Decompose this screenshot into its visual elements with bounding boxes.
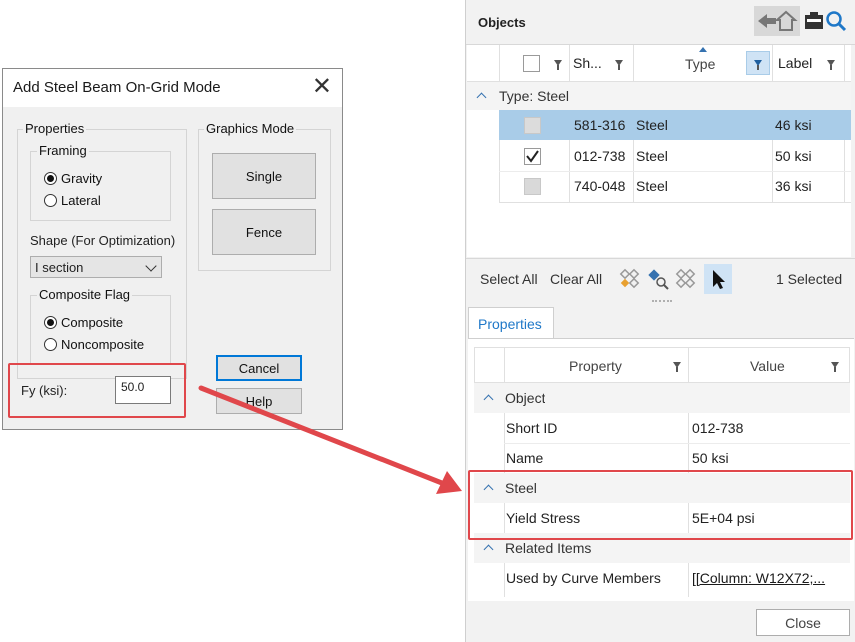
row-checkbox[interactable]	[524, 148, 541, 165]
sort-up-icon	[699, 47, 707, 52]
objects-grid-header: Sh... Type Label	[467, 45, 851, 82]
yield-stress-highlight-box	[468, 470, 853, 540]
folder-icon[interactable]	[803, 10, 825, 32]
filter-icon	[754, 60, 762, 70]
search-icon[interactable]	[824, 9, 848, 33]
row-type: Steel	[636, 148, 668, 164]
properties-grid-header: Property Value	[474, 347, 850, 383]
pointer-icon	[713, 270, 725, 289]
row-short-id: 740-048	[574, 178, 626, 194]
tab-properties-label: Properties	[478, 316, 542, 332]
table-row[interactable]: 581-316 Steel 46 ksi	[499, 110, 851, 140]
select-all-checkbox[interactable]	[523, 55, 540, 72]
objects-title: Objects	[478, 15, 526, 30]
select-all-button[interactable]: Select All	[480, 271, 538, 287]
checkmark-icon	[526, 150, 539, 163]
property-short-id-value: 012-738	[692, 420, 744, 436]
type-filter-button[interactable]	[746, 51, 770, 75]
filter-icon[interactable]	[831, 362, 839, 372]
row-checkbox[interactable]	[524, 117, 541, 134]
selected-count: 1 Selected	[776, 271, 843, 287]
deselect-nodes-icon[interactable]	[674, 267, 698, 291]
filter-icon[interactable]	[615, 60, 623, 70]
pointer-button[interactable]	[704, 264, 732, 294]
row-label: 50 ksi	[775, 148, 812, 164]
row-short-id: 581-316	[574, 117, 626, 133]
property-row-short-id[interactable]: Short ID 012-738	[504, 413, 850, 444]
col-header-property[interactable]: Property	[569, 358, 622, 374]
table-row[interactable]: 740-048 Steel 36 ksi	[499, 171, 851, 203]
group-label: Type: Steel	[499, 88, 570, 104]
property-short-id-label: Short ID	[506, 420, 558, 436]
objects-grid: Sh... Type Label Type: Steel 581-316 Ste…	[467, 45, 851, 257]
expand-chevron-icon[interactable]	[483, 544, 494, 555]
group-header-object[interactable]: Object	[474, 383, 850, 413]
back-arrow-icon	[758, 10, 798, 31]
back-home-button[interactable]	[754, 6, 800, 36]
row-checkbox[interactable]	[524, 178, 541, 195]
close-button[interactable]: Close	[756, 609, 850, 636]
row-type: Steel	[636, 117, 668, 133]
col-header-value[interactable]: Value	[750, 358, 785, 374]
row-type: Steel	[636, 178, 668, 194]
col-header-type[interactable]: Type	[685, 56, 715, 72]
filter-icon[interactable]	[827, 60, 835, 70]
select-nodes-icon[interactable]	[618, 267, 642, 291]
col-header-short[interactable]: Sh...	[573, 55, 605, 71]
expand-chevron-icon[interactable]	[483, 394, 494, 405]
objects-panel: Objects Sh... Type Label Type: Steel 581…	[465, 0, 855, 642]
group-header-type-steel[interactable]: Type: Steel	[467, 82, 851, 110]
selection-toolbar: Select All Clear All 1 Selected	[466, 258, 855, 299]
group-related-label: Related Items	[505, 540, 592, 556]
row-label: 46 ksi	[775, 117, 812, 133]
property-used-by-label: Used by Curve Members	[506, 570, 661, 586]
property-row-used-by[interactable]: Used by Curve Members [[Column: W12X72;.…	[504, 563, 850, 593]
objects-header: Objects	[466, 0, 855, 45]
expand-chevron-icon[interactable]	[476, 92, 487, 103]
filter-icon[interactable]	[673, 362, 681, 372]
find-nodes-icon[interactable]	[646, 267, 670, 291]
property-name-label: Name	[506, 450, 544, 466]
table-row[interactable]: 012-738 Steel 50 ksi	[499, 141, 851, 171]
tab-properties[interactable]: Properties	[468, 307, 554, 339]
clear-all-button[interactable]: Clear All	[550, 271, 602, 287]
property-used-by-link[interactable]: [[Column: W12X72;...	[692, 570, 848, 586]
row-short-id: 012-738	[574, 148, 626, 164]
filter-icon[interactable]	[554, 60, 562, 70]
group-object-label: Object	[505, 390, 546, 406]
col-header-label[interactable]: Label	[778, 55, 812, 71]
splitter-grip[interactable]	[652, 300, 672, 305]
property-name-value: 50 ksi	[692, 450, 729, 466]
row-label: 36 ksi	[775, 178, 812, 194]
